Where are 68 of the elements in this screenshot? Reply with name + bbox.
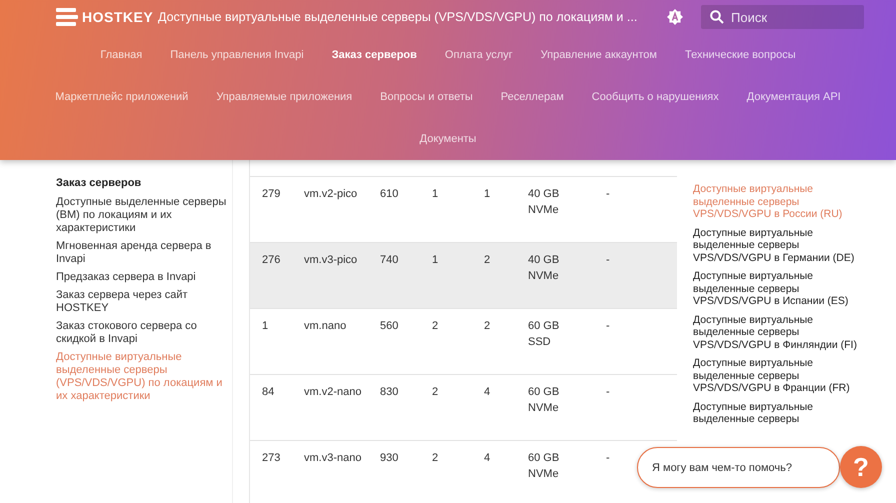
- table-cell-text: -: [606, 253, 610, 268]
- nav-link[interactable]: Реселлерам: [500, 91, 564, 103]
- logo-text: HOSTKEY: [82, 9, 154, 25]
- sidebar-link[interactable]: Заказ сервера через сайт HOSTKEY: [56, 289, 232, 315]
- table-cell-text: -: [606, 451, 610, 466]
- table-cell-text: 60 GB NVMe: [528, 385, 560, 416]
- table-cell-text: -: [606, 319, 610, 334]
- table-cell-text: 610: [380, 187, 398, 202]
- nav-link[interactable]: Маркетплейс приложений: [55, 91, 188, 103]
- table-cell-text: 1: [432, 187, 438, 202]
- table-cell-text: 1: [262, 319, 268, 334]
- toc-link[interactable]: Доступные виртуальные выделенные серверы VPS/VDS/VGPU в Франции (FR): [693, 357, 861, 394]
- table-cell-text: 4: [484, 385, 490, 400]
- search-icon: [710, 10, 724, 24]
- table-cell-text: vm.v2-pico: [304, 187, 358, 202]
- nav-link[interactable]: Сообщить о нарушениях: [592, 91, 719, 103]
- nav-link[interactable]: Заказ серверов: [332, 49, 417, 61]
- page-title: Доступные виртуальные выделенные серверы (VPS/VDS/VGPU) по локациям и ...: [158, 9, 638, 25]
- sidebar-link[interactable]: Предзаказ сервера в Invapi: [56, 271, 232, 284]
- toc-link[interactable]: Доступные виртуальные выделенные серверы: [693, 400, 861, 426]
- table-cell-text: 60 GB SSD: [528, 319, 560, 350]
- table-cell-text: 2: [432, 385, 438, 400]
- toc-link[interactable]: Доступные виртуальные выделенные серверы VPS/VDS/VGPU в Испании (ES): [693, 270, 861, 308]
- table-cell-text: 740: [380, 253, 398, 268]
- table-cell-text: 40 GB NVMe: [528, 253, 560, 284]
- nav-link[interactable]: Управление аккаунтом: [540, 49, 657, 61]
- table-cell-text: vm.v2-nano: [304, 385, 362, 400]
- table-cell-text: 40 GB NVMe: [528, 187, 560, 218]
- table-cell-text: 1: [484, 187, 490, 202]
- table-cell-text: 830: [380, 385, 398, 400]
- table-cell-text: vm.nano: [304, 319, 346, 334]
- table-cell-text: 2: [432, 451, 438, 466]
- table-cell-text: 2: [484, 319, 490, 334]
- table-cell-text: vm.v3-pico: [304, 253, 358, 268]
- toc-link[interactable]: Доступные виртуальные выделенные серверы VPS/VDS/VGPU в России (RU): [693, 183, 861, 220]
- nav-link[interactable]: Управляемые приложения: [216, 91, 352, 103]
- toc-link[interactable]: Доступные виртуальные выделенные серверы VPS/VDS/VGPU в Финляндии (FI): [693, 314, 861, 351]
- toc-link[interactable]: Доступные виртуальные выделенные серверы VPS/VDS/VGPU в Германии (DE): [693, 226, 861, 264]
- nav-link[interactable]: Технические вопросы: [684, 49, 796, 61]
- chat-message: Я могу вам чем-то помочь?: [652, 462, 792, 474]
- table-cell-text: 273: [262, 451, 280, 466]
- table-cell-text: 279: [262, 187, 280, 202]
- table-cell-text: 2: [432, 319, 438, 334]
- sidebar-title: Заказ серверов: [56, 177, 142, 189]
- sidebar-link[interactable]: Доступные выделенные серверы (BM) по локациям и их характеристики: [56, 196, 232, 235]
- nav-link[interactable]: Документы: [420, 133, 476, 145]
- translate-icon[interactable]: [667, 9, 683, 25]
- table-cell-text: 1: [432, 253, 438, 268]
- nav-link[interactable]: Оплата услуг: [444, 49, 513, 61]
- table-cell-text: -: [606, 385, 610, 400]
- nav-link[interactable]: Главная: [100, 49, 142, 61]
- sidebar-link[interactable]: Доступные виртуальные выделенные серверы (VPS/VDS/VGPU) по локациям и их характеристики: [56, 351, 232, 403]
- nav-link[interactable]: Панель управления Invapi: [170, 49, 304, 61]
- table-cell-text: 84: [262, 385, 274, 400]
- table-cell-text: 2: [484, 253, 490, 268]
- table-cell-text: -: [606, 187, 610, 202]
- chat-bubble[interactable]: Я могу вам чем-то помочь?: [637, 447, 840, 488]
- table-cell-text: 560: [380, 319, 398, 334]
- table-cell-text: 930: [380, 451, 398, 466]
- table-cell-text: 60 GB NVMe: [528, 451, 560, 482]
- sidebar-link[interactable]: Заказ стокового сервера со скидкой в Invapi: [56, 320, 232, 346]
- logo-icon: [56, 8, 78, 26]
- table-cell-text: vm.v3-nano: [304, 451, 362, 466]
- nav-link[interactable]: Вопросы и ответы: [380, 91, 473, 103]
- sidebar-link[interactable]: Мгновенная аренда сервера в Invapi: [56, 240, 232, 266]
- table-cell-text: 4: [484, 451, 490, 466]
- table-cell-text: 276: [262, 253, 280, 268]
- nav-link[interactable]: Документация API: [746, 91, 841, 103]
